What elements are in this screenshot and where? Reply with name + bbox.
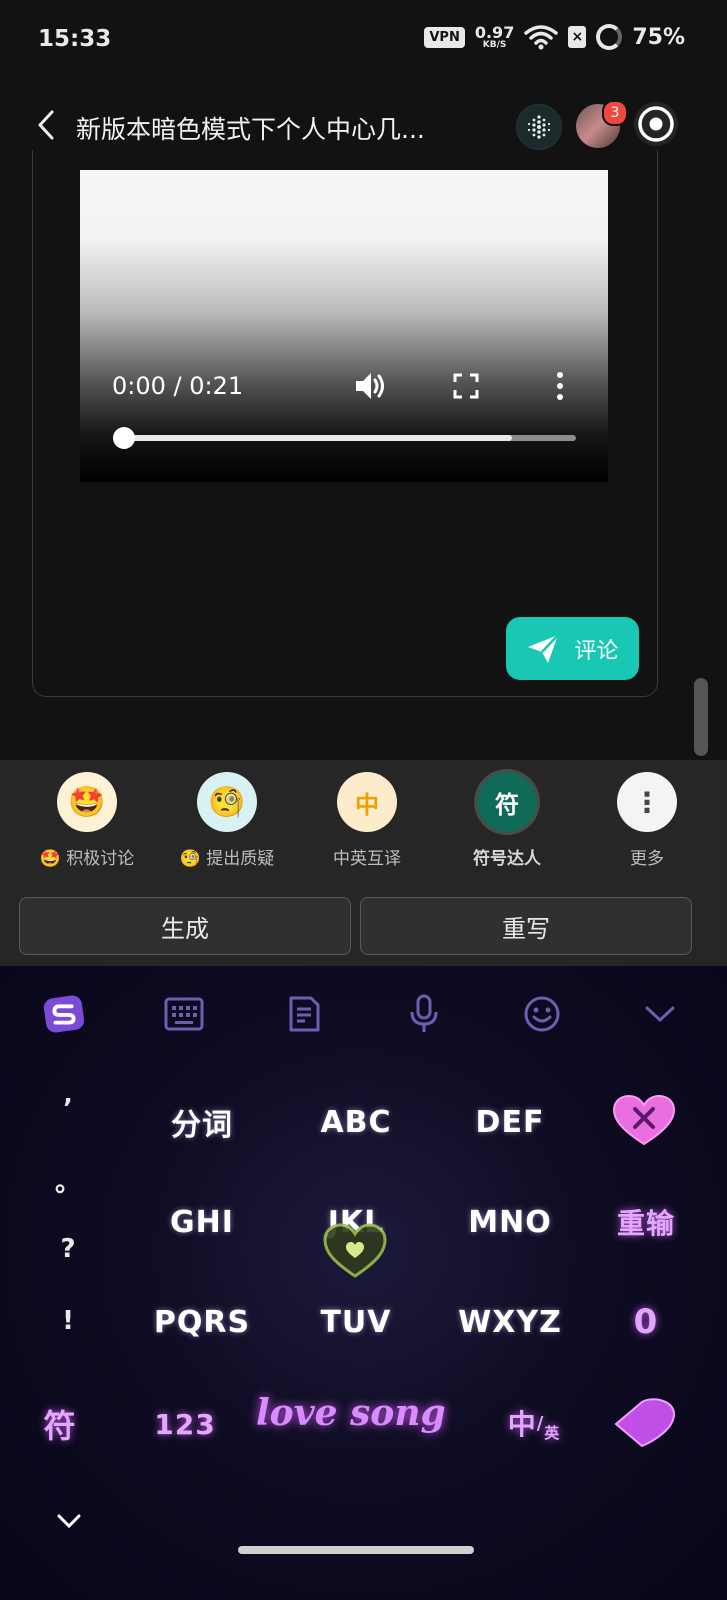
scrollbar[interactable] [694,678,708,756]
document-icon [289,996,320,1032]
key-mno[interactable]: MNO [448,1198,572,1246]
keyboard-layout-button[interactable] [162,992,206,1036]
reinput-key[interactable]: 重输 [604,1198,688,1246]
glowing-heart-icon [322,1222,388,1284]
status-time: 15:33 [38,26,112,52]
more-vertical-icon: ⋮ [617,772,677,832]
number-key[interactable]: 123 [150,1400,220,1448]
fullscreen-button[interactable] [452,372,480,404]
clipboard-button[interactable] [282,992,326,1036]
battery-percent: 75% [632,24,685,50]
ai-option-label: 中英互译 [333,849,401,869]
space-key[interactable]: love song [256,1392,446,1434]
chevron-left-icon [38,110,54,140]
ai-option-label: 🧐 提出质疑 [179,849,275,869]
vpn-badge: VPN [424,26,465,48]
dot-sphere-icon [527,115,551,139]
punct-key-exclaim[interactable]: ! [54,1306,82,1336]
send-icon [528,633,560,663]
no-sim-icon: × [568,26,587,48]
lang-switch-sub: 英 [544,1423,561,1442]
ai-option-translate[interactable]: 中 中英互译 [297,772,437,869]
keyboard-icon [164,997,204,1031]
collapse-toolbar-button[interactable] [638,992,682,1036]
hide-keyboard-button[interactable] [56,1512,82,1534]
key-zero[interactable]: 0 [614,1298,678,1346]
symbol-key[interactable]: 符 [28,1400,92,1448]
net-speed-unit: KB/S [482,39,507,50]
record-button[interactable] [634,102,678,146]
key-segment[interactable]: 分词 [140,1098,264,1146]
clear-key[interactable] [612,1094,676,1148]
more-vertical-icon [557,372,563,400]
ai-option-question[interactable]: 🧐 🧐 提出质疑 [157,772,297,869]
monocle-face-icon: 🧐 [197,772,257,832]
video-more-button[interactable] [550,370,570,406]
target-icon [638,106,674,142]
net-speed-value: 0.97 [474,22,515,42]
backspace-key[interactable] [612,1398,678,1454]
punct-key-period[interactable]: 。 [54,1162,82,1199]
battery-icon [596,24,623,50]
video-seek-thumb[interactable] [113,427,135,449]
punct-key-question[interactable]: ? [54,1234,82,1264]
heart-x-icon [612,1094,676,1146]
fullscreen-icon [453,373,479,399]
ai-option-symbol-master[interactable]: 符 符号达人 [437,772,577,869]
net-speed: 0.97 KB/S [474,22,515,50]
ai-option-positive-discussion[interactable]: 🤩 🤩 积极讨论 [17,772,157,869]
chevron-down-icon [645,1006,675,1023]
key-ghi[interactable]: GHI [140,1198,264,1246]
backspace-heart-icon [614,1398,676,1448]
emoji-button[interactable] [520,992,564,1036]
key-def[interactable]: DEF [448,1098,572,1146]
back-button[interactable] [34,108,58,146]
lang-switch-main: 中 [507,1408,537,1441]
wifi-icon [524,25,559,50]
avatar[interactable]: 3 [576,100,628,148]
ai-option-label: 🤩 积极讨论 [39,849,135,869]
ai-option-label: 更多 [630,849,664,869]
star-struck-icon: 🤩 [57,772,117,832]
home-indicator[interactable] [238,1546,474,1554]
symbol-char-icon: 符 [477,772,537,832]
smiley-icon [524,996,560,1032]
video-buffered-bar [122,435,513,441]
microphone-icon [410,994,438,1032]
ai-option-more[interactable]: ⋮ 更多 [577,772,717,869]
key-abc[interactable]: ABC [294,1098,418,1146]
page-title: 新版本暗色模式下个人中心几... [76,115,425,144]
key-pqrs[interactable]: PQRS [140,1298,264,1346]
voice-input-button[interactable] [402,992,446,1036]
status-icons: VPN 0.97 KB/S × 75% [424,24,685,50]
sogou-s-icon [43,995,85,1033]
notification-badge: 3 [602,100,628,126]
ai-option-label: 符号达人 [473,849,541,869]
comment-button-label: 评论 [574,638,619,664]
chevron-down-icon [57,1514,81,1529]
rewrite-button[interactable]: 重写 [360,897,692,955]
comment-button[interactable]: 评论 [506,617,639,680]
punct-key-apostrophe[interactable]: ’ [54,1094,82,1124]
key-wxyz[interactable]: WXYZ [448,1298,572,1346]
lang-switch-key[interactable]: 中 / 英 [504,1398,564,1448]
volume-icon [356,373,384,399]
chinese-char-icon: 中 [337,772,397,832]
volume-button[interactable] [352,368,388,408]
video-time: 0:00 / 0:21 [112,372,244,400]
ai-assistant-button[interactable] [516,104,562,150]
key-tuv[interactable]: TUV [294,1298,418,1346]
generate-button[interactable]: 生成 [19,897,351,955]
sogou-logo-icon[interactable] [42,992,86,1036]
